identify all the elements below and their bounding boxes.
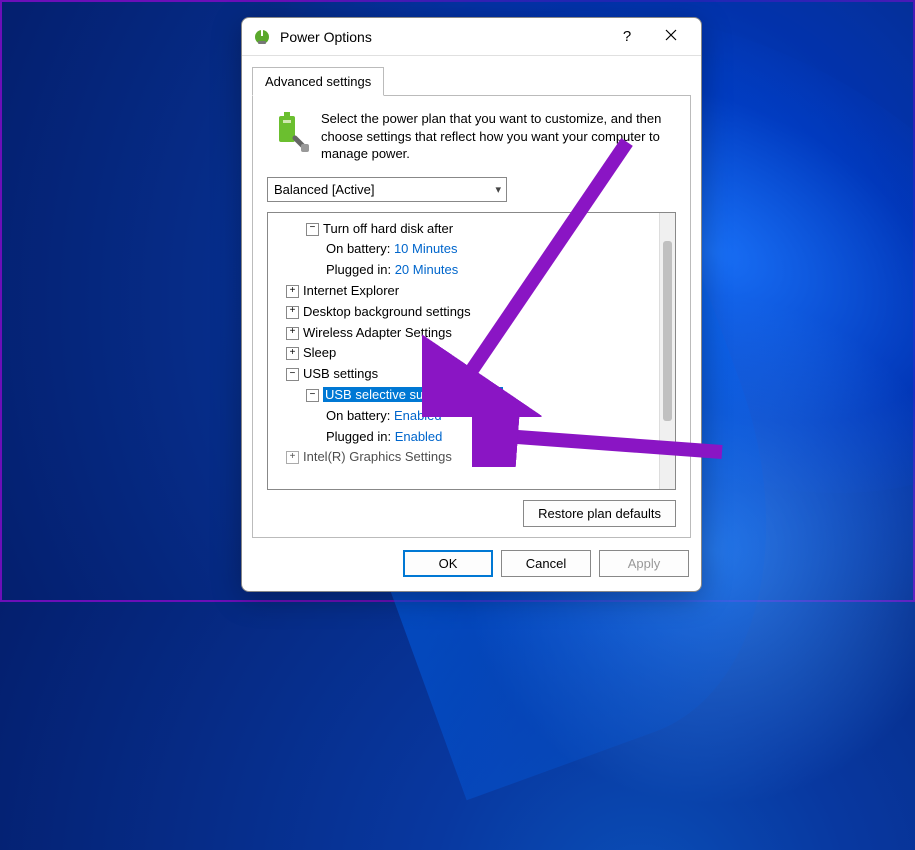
expand-icon[interactable]: + <box>286 306 299 319</box>
titlebar[interactable]: Power Options ? <box>242 18 701 56</box>
hdd-plugged-value[interactable]: 20 Minutes <box>395 262 459 277</box>
ok-button[interactable]: OK <box>403 550 493 577</box>
tree-node-ie[interactable]: +Internet Explorer <box>272 281 655 302</box>
usb-battery-value[interactable]: Enabled <box>394 408 442 423</box>
tree-leaf-hdd-plugged[interactable]: Plugged in: 20 Minutes <box>272 260 655 281</box>
power-plan-selected: Balanced [Active] <box>274 182 374 197</box>
power-options-dialog: Power Options ? Advanced settings Select… <box>241 17 702 592</box>
close-button[interactable] <box>649 22 693 52</box>
tree-node-usb[interactable]: −USB settings <box>272 364 655 385</box>
window-title: Power Options <box>280 29 605 45</box>
tab-strip: Advanced settings <box>242 56 701 95</box>
tree-leaf-hdd-battery[interactable]: On battery: 10 Minutes <box>272 239 655 260</box>
description-text: Select the power plan that you want to c… <box>321 110 676 163</box>
power-options-icon <box>252 27 272 47</box>
collapse-icon[interactable]: − <box>306 223 319 236</box>
collapse-icon[interactable]: − <box>306 389 319 402</box>
tree-node-wireless[interactable]: +Wireless Adapter Settings <box>272 323 655 344</box>
tree-leaf-usb-battery[interactable]: On battery: Enabled <box>272 406 655 427</box>
scrollbar[interactable] <box>659 213 675 489</box>
scrollbar-thumb[interactable] <box>663 241 672 421</box>
apply-button: Apply <box>599 550 689 577</box>
battery-plug-icon <box>267 110 311 154</box>
expand-icon[interactable]: + <box>286 327 299 340</box>
tab-advanced-settings[interactable]: Advanced settings <box>252 67 384 96</box>
settings-tree: −Turn off hard disk after On battery: 10… <box>267 212 676 490</box>
cancel-button[interactable]: Cancel <box>501 550 591 577</box>
dialog-buttons: OK Cancel Apply <box>242 538 701 591</box>
restore-defaults-button[interactable]: Restore plan defaults <box>523 500 676 527</box>
help-button[interactable]: ? <box>605 22 649 52</box>
tree-node-sleep[interactable]: +Sleep <box>272 343 655 364</box>
collapse-icon[interactable]: − <box>286 368 299 381</box>
expand-icon[interactable]: + <box>286 285 299 298</box>
tab-content: Select the power plan that you want to c… <box>252 95 691 538</box>
tree-node-graphics[interactable]: +Intel(R) Graphics Settings <box>272 447 655 468</box>
hdd-battery-value[interactable]: 10 Minutes <box>394 241 458 256</box>
tree-node-usb-selective[interactable]: −USB selective suspend setting <box>272 385 655 406</box>
usb-plugged-value[interactable]: Enabled <box>395 429 443 444</box>
usb-selective-label: USB selective suspend setting <box>323 387 503 402</box>
close-icon <box>665 28 677 45</box>
power-plan-select[interactable]: Balanced [Active] ▾ <box>267 177 507 202</box>
expand-icon[interactable]: + <box>286 347 299 360</box>
tree-node-desktop-bg[interactable]: +Desktop background settings <box>272 302 655 323</box>
expand-icon[interactable]: + <box>286 451 299 464</box>
tree-leaf-usb-plugged[interactable]: Plugged in: Enabled <box>272 427 655 448</box>
tree-node-hard-disk[interactable]: −Turn off hard disk after <box>272 219 655 240</box>
